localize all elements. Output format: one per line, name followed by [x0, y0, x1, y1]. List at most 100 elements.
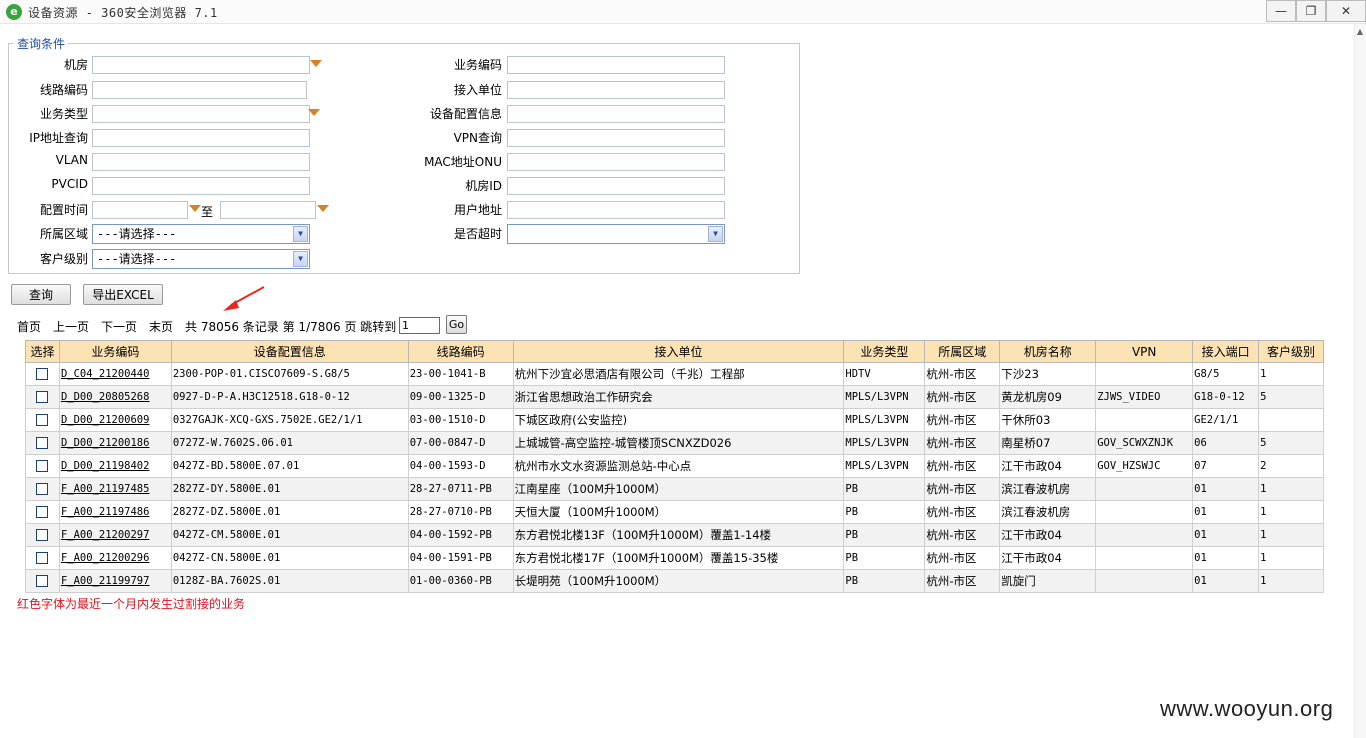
customer-level-select[interactable]: ---请选择--- ▼	[92, 249, 310, 269]
service-code-link[interactable]: D_D00_21198402	[61, 460, 150, 472]
table-cell	[1095, 477, 1194, 501]
col-header: 选择	[25, 340, 60, 363]
mac-onu-input[interactable]	[507, 153, 725, 171]
table-cell: 2827Z-DZ.5800E.01	[170, 500, 409, 524]
service-type-dropdown-icon[interactable]	[308, 109, 320, 116]
maximize-button[interactable]: ❐	[1296, 0, 1326, 22]
table-row[interactable]: F_A00_21200296 0427Z-CN.5800E.01 04-00-159…	[25, 546, 1324, 570]
vertical-scrollbar[interactable]	[1354, 24, 1366, 738]
table-cell: G8/5	[1192, 362, 1260, 386]
label-pvcid: PVCID	[51, 177, 88, 191]
config-time-start-input[interactable]	[92, 201, 188, 219]
chevron-down-icon[interactable]: ▼	[293, 226, 308, 242]
table-cell: 1	[1258, 546, 1324, 570]
service-code-link[interactable]: F_A00_21200296	[61, 552, 150, 564]
table-cell: MPLS/L3VPN	[843, 385, 926, 409]
row-checkbox[interactable]	[36, 437, 49, 449]
room-id-input[interactable]	[507, 177, 725, 195]
row-checkbox[interactable]	[36, 414, 49, 426]
table-row[interactable]: D_D00_20805268 0927-D-P-A.H3C12518.G18-0-…	[25, 385, 1324, 409]
table-cell: 杭州-市区	[924, 523, 1001, 547]
label-service-code: 业务编码	[453, 58, 502, 72]
table-row[interactable]: D_C04_21200440 2300-POP-01.CISCO7609-S.G8…	[25, 362, 1324, 386]
col-header: 所属区域	[924, 340, 1001, 363]
results-table: 选择 业务编码 设备配置信息 线路编码 接入单位 业务类型 所属区域 机房名称 …	[25, 340, 1324, 593]
row-checkbox[interactable]	[36, 506, 49, 518]
device-config-input[interactable]	[507, 105, 725, 123]
region-select[interactable]: ---请选择--- ▼	[92, 224, 310, 244]
pager-next[interactable]: 下一页	[101, 318, 137, 335]
timeout-select[interactable]: ▼	[507, 224, 725, 244]
service-code-link[interactable]: D_C04_21200440	[61, 368, 150, 380]
row-checkbox[interactable]	[36, 483, 49, 495]
row-checkbox[interactable]	[36, 575, 49, 587]
service-code-link[interactable]: F_A00_21197485	[61, 483, 150, 495]
table-cell: 01	[1192, 500, 1260, 524]
user-address-input[interactable]	[507, 201, 725, 219]
table-cell: MPLS/L3VPN	[843, 454, 926, 478]
close-button[interactable]: ✕	[1326, 0, 1366, 22]
query-legend: 查询条件	[14, 35, 69, 52]
table-cell: PB	[843, 569, 926, 593]
table-row[interactable]: F_A00_21197486 2827Z-DZ.5800E.01 28-27-071…	[25, 500, 1324, 524]
table-cell: 23-00-1041-B	[407, 362, 514, 386]
col-header: 线路编码	[407, 340, 514, 363]
export-excel-button[interactable]: 导出EXCEL	[83, 284, 163, 305]
service-code-link[interactable]: D_D00_21200609	[61, 414, 150, 426]
service-code-link[interactable]: F_A00_21200297	[61, 529, 150, 541]
table-row[interactable]: F_A00_21197485 2827Z-DY.5800E.01 28-27-071…	[25, 477, 1324, 501]
table-row[interactable]: D_D00_21200186 0727Z-W.7602S.06.01 07-00-0…	[25, 431, 1324, 455]
title-bar: e 设备资源 - 360安全浏览器 7.1	[0, 0, 1366, 24]
pager-prev[interactable]: 上一页	[53, 318, 89, 335]
service-code-link[interactable]: D_D00_21200186	[61, 437, 150, 449]
row-checkbox[interactable]	[36, 460, 49, 472]
vlan-input[interactable]	[92, 153, 310, 171]
table-cell: 凯旋门	[999, 569, 1097, 593]
service-code-link[interactable]: F_A00_21199797	[61, 575, 150, 587]
table-cell: PB	[843, 546, 926, 570]
access-unit-input[interactable]	[507, 81, 725, 99]
table-cell: 杭州-市区	[924, 431, 1001, 455]
row-checkbox[interactable]	[36, 391, 49, 403]
room-dropdown-icon[interactable]	[310, 60, 322, 67]
table-cell: 黄龙机房09	[999, 385, 1097, 409]
service-code-link[interactable]: F_A00_21197486	[61, 506, 150, 518]
label-service-type: 业务类型	[39, 107, 88, 121]
config-time-start-calendar-icon[interactable]	[189, 205, 201, 212]
table-cell: 1	[1258, 523, 1324, 547]
line-code-input[interactable]	[92, 81, 307, 99]
table-cell: 04-00-1591-PB	[407, 546, 514, 570]
table-row[interactable]: D_D00_21198402 0427Z-BD.5800E.07.01 04-00-…	[25, 454, 1324, 478]
pager-first[interactable]: 首页	[17, 318, 41, 335]
table-cell: 1	[1258, 569, 1324, 593]
room-input[interactable]	[92, 56, 310, 74]
service-code-input[interactable]	[507, 56, 725, 74]
table-cell: PB	[843, 523, 926, 547]
ip-query-input[interactable]	[92, 129, 310, 147]
pager-last[interactable]: 末页	[149, 318, 173, 335]
pvcid-input[interactable]	[92, 177, 310, 195]
vpn-query-input[interactable]	[507, 129, 725, 147]
config-time-end-calendar-icon[interactable]	[317, 205, 329, 212]
row-select-cell	[25, 569, 60, 593]
go-button[interactable]: Go	[446, 315, 467, 334]
label-ip-query: IP地址查询	[29, 131, 88, 145]
window-title: 设备资源 - 360安全浏览器 7.1	[28, 6, 218, 20]
chevron-down-icon[interactable]: ▼	[708, 226, 723, 242]
table-row[interactable]: D_D00_21200609 0327GAJK-XCQ-GXS.7502E.GE2…	[25, 408, 1324, 432]
goto-page-input[interactable]: 1	[399, 317, 440, 334]
table-cell: D_D00_21200609	[58, 408, 172, 432]
config-time-end-input[interactable]	[220, 201, 316, 219]
table-row[interactable]: F_A00_21199797 0128Z-BA.7602S.01 01-00-036…	[25, 569, 1324, 593]
service-type-input[interactable]	[92, 105, 310, 123]
service-code-link[interactable]: D_D00_20805268	[61, 391, 150, 403]
minimize-button[interactable]: —	[1266, 0, 1296, 22]
chevron-down-icon[interactable]: ▼	[293, 251, 308, 267]
table-row[interactable]: F_A00_21200297 0427Z-CM.5800E.01 04-00-159…	[25, 523, 1324, 547]
search-button[interactable]: 查询	[11, 284, 71, 305]
scroll-up-icon[interactable]: ▲	[1354, 26, 1366, 38]
row-checkbox[interactable]	[36, 552, 49, 564]
label-customer-level: 客户级别	[39, 252, 88, 266]
row-checkbox[interactable]	[36, 368, 49, 380]
row-checkbox[interactable]	[36, 529, 49, 541]
